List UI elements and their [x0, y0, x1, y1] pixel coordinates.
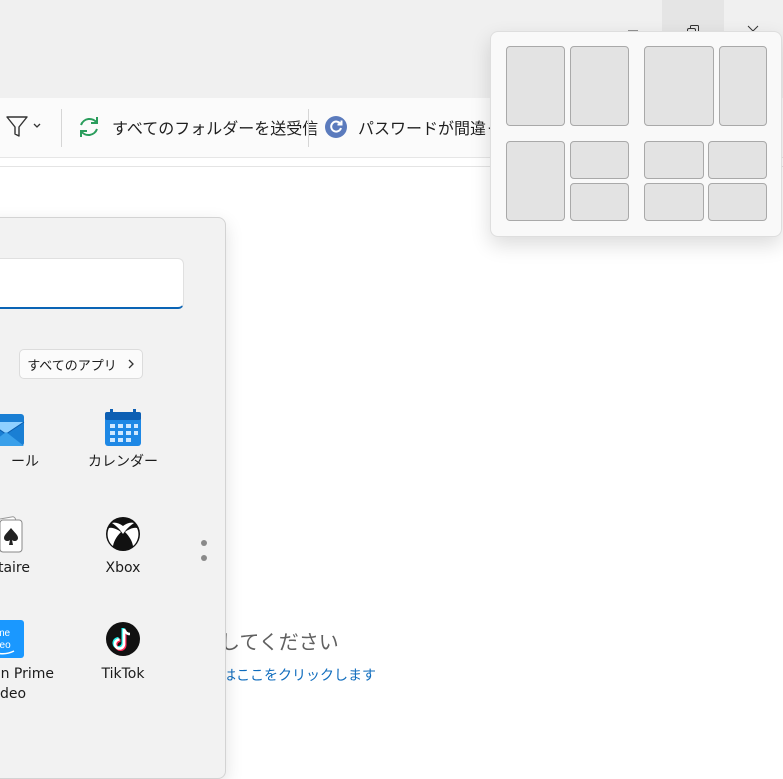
filter-button[interactable]	[4, 112, 46, 140]
snap-zone[interactable]	[506, 141, 565, 221]
snap-zone[interactable]	[570, 46, 629, 126]
prime-video-icon: ime deo	[0, 620, 24, 658]
calendar-icon	[105, 409, 141, 446]
app-label: taire	[0, 560, 30, 576]
app-label: on Prime	[0, 666, 54, 682]
snap-zone[interactable]	[570, 141, 629, 179]
page-dot	[201, 540, 207, 546]
app-label: TikTok	[101, 666, 145, 682]
tiktok-icon	[106, 622, 140, 656]
refresh-circle-icon	[325, 116, 347, 138]
snap-zone[interactable]	[570, 183, 629, 221]
send-receive-label: すべてのフォルダーを送受信	[112, 119, 319, 138]
snap-zone[interactable]	[644, 46, 714, 126]
app-solitaire[interactable]: taire	[0, 514, 30, 578]
snap-zone[interactable]	[708, 141, 767, 179]
all-apps-button[interactable]: すべてのアプリ	[19, 349, 143, 379]
snap-zone[interactable]	[644, 183, 704, 221]
app-label: Xbox	[105, 560, 141, 576]
chevron-right-icon	[128, 359, 134, 369]
all-apps-label: すべてのアプリ	[27, 358, 117, 374]
svg-text:ime: ime	[0, 628, 11, 639]
mail-icon	[0, 414, 25, 446]
solitaire-icon	[0, 516, 23, 553]
app-label: deo	[0, 686, 27, 702]
app-xbox[interactable]: Xbox	[93, 514, 153, 578]
app-label: カレンダー	[88, 454, 158, 470]
empty-state-link[interactable]: はここをクリックします	[222, 665, 376, 685]
empty-state-text: してください	[220, 630, 339, 654]
svg-text:deo: deo	[0, 640, 11, 651]
send-receive-all-folders-button[interactable]: すべてのフォルダーを送受信	[76, 112, 318, 142]
toolbar-separator	[308, 109, 309, 147]
app-tiktok[interactable]: TikTok	[93, 620, 153, 684]
sync-icon	[80, 117, 98, 137]
snap-layouts-flyout	[490, 31, 782, 237]
toolbar-separator	[61, 109, 62, 147]
password-error-button[interactable]: パスワードが間違って	[324, 112, 517, 142]
snap-zone[interactable]	[719, 46, 767, 126]
app-label: ール	[11, 454, 39, 470]
filter-icon	[6, 116, 41, 137]
xbox-icon	[106, 517, 140, 551]
app-prime-video[interactable]: ime deo on Prime deo	[0, 618, 54, 704]
snap-zone[interactable]	[644, 141, 704, 179]
snap-zone[interactable]	[506, 46, 565, 126]
app-mail[interactable]: ール	[0, 408, 40, 472]
snap-zone[interactable]	[708, 183, 767, 221]
page-indicator[interactable]	[199, 538, 209, 566]
page-dot	[201, 555, 207, 561]
start-search-input[interactable]	[0, 258, 184, 309]
app-calendar[interactable]: カレンダー	[88, 408, 158, 472]
